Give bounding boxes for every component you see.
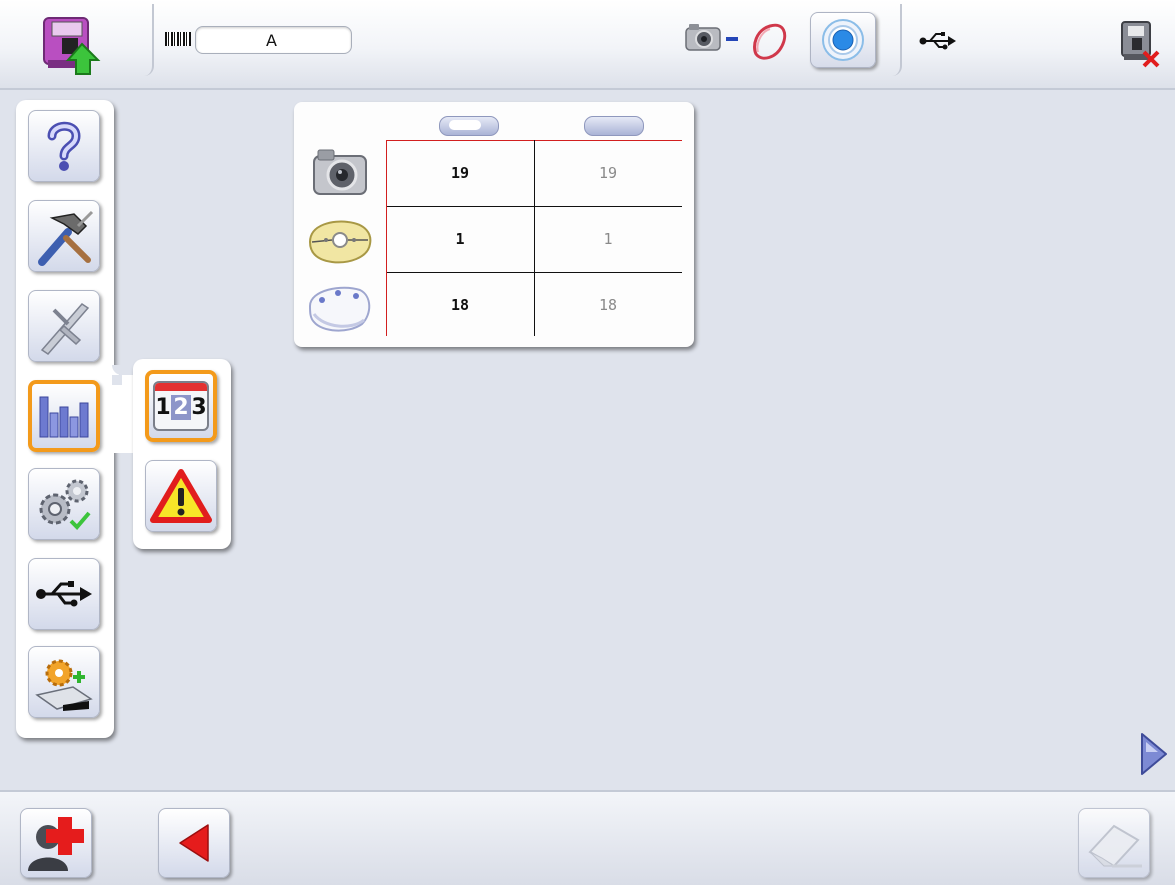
table-cell-row3-col1: 18 xyxy=(450,296,470,314)
next-page-arrow-icon[interactable] xyxy=(1138,730,1170,778)
table-cell-row1-col2: 19 xyxy=(598,164,618,182)
hammer-screwdriver-icon xyxy=(38,210,94,266)
question-mark-icon xyxy=(47,121,81,171)
operator-medical-button[interactable] xyxy=(20,808,92,878)
counter-digit-2: 2 xyxy=(171,395,191,420)
measure-button[interactable] xyxy=(28,290,100,362)
table-cell-row1-col1: 19 xyxy=(450,164,470,182)
table-cell-row3-col2: 18 xyxy=(598,296,618,314)
usb-status-icon xyxy=(918,30,958,52)
target-icon xyxy=(822,19,864,61)
warning-triangle-icon xyxy=(150,469,212,523)
warnings-button[interactable] xyxy=(145,460,217,532)
lens-shape-icon xyxy=(304,280,374,336)
back-button[interactable] xyxy=(158,808,230,878)
barcode-icon xyxy=(165,32,191,46)
camera-icon xyxy=(304,144,374,200)
column-header-toggle-2[interactable] xyxy=(584,116,644,136)
lens-template-icon xyxy=(304,212,374,268)
machine-disconnect-icon[interactable] xyxy=(1118,18,1162,68)
camera-small-icon xyxy=(684,22,722,52)
lens-shape-outline-icon xyxy=(748,20,790,62)
eraser-icon xyxy=(1088,824,1142,868)
job-field[interactable]: A xyxy=(195,26,352,54)
blue-target-button[interactable] xyxy=(810,12,876,68)
settings-button[interactable] xyxy=(28,468,100,540)
table-cell-row2-col1: 1 xyxy=(455,230,465,248)
help-button[interactable] xyxy=(28,110,100,182)
add-settings-button[interactable] xyxy=(28,646,100,718)
tools-button[interactable] xyxy=(28,200,100,272)
counter-digit-1: 1 xyxy=(155,395,171,420)
red-left-arrow-icon xyxy=(179,824,209,862)
top-toolbar: A xyxy=(0,0,1175,90)
gears-icon xyxy=(39,479,91,530)
bar-chart-icon xyxy=(39,396,89,438)
table-cell-row2-col2: 1 xyxy=(603,230,613,248)
column-header-toggle-1[interactable] xyxy=(439,116,499,136)
counter-123-icon: 1 2 3 xyxy=(153,381,209,431)
counter-digit-3: 3 xyxy=(191,395,207,420)
statistics-table: 19 19 1 1 18 18 xyxy=(294,102,694,347)
gear-plus-icon xyxy=(35,659,93,711)
machine-upload-icon[interactable] xyxy=(38,10,106,76)
user-red-cross-icon xyxy=(28,817,84,871)
statistics-button[interactable] xyxy=(28,380,100,452)
usb-button[interactable] xyxy=(28,558,100,630)
caliper-icon xyxy=(40,303,90,355)
dash-separator xyxy=(726,37,738,41)
usb-icon xyxy=(36,581,92,607)
eraser-button[interactable] xyxy=(1078,808,1150,878)
counters-button[interactable]: 1 2 3 xyxy=(145,370,217,442)
